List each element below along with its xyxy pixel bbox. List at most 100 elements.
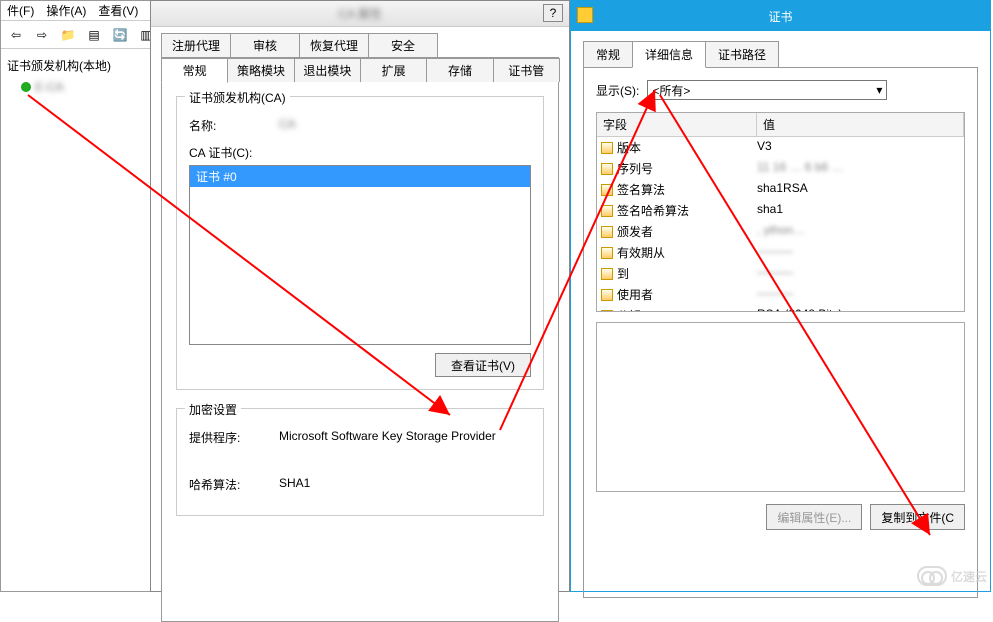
hash-value: SHA1 xyxy=(279,476,310,493)
tab-security[interactable]: 安全 xyxy=(368,33,438,57)
tab-cert-mgr[interactable]: 证书管 xyxy=(493,58,560,82)
tab-cert-general[interactable]: 常规 xyxy=(583,41,633,67)
field-name: 序列号 xyxy=(617,160,653,177)
certificate-icon xyxy=(577,7,593,23)
edit-properties-button: 编辑属性(E)... xyxy=(766,504,862,530)
field-value: sha1 xyxy=(757,202,964,219)
field-name: 到 xyxy=(617,265,629,282)
tab-policy-module[interactable]: 策略模块 xyxy=(227,58,294,82)
watermark: 亿速云 xyxy=(917,566,987,586)
field-value: ——— xyxy=(757,265,964,282)
tab-general[interactable]: 常规 xyxy=(161,58,228,83)
mmc-tree: 证书颁发机构(本地) E-CA xyxy=(1,49,151,569)
chevron-down-icon: ▾ xyxy=(876,83,882,97)
field-icon xyxy=(601,184,613,196)
show-select-value: <所有> xyxy=(652,82,690,99)
forward-icon[interactable]: ⇨ xyxy=(31,24,53,46)
tree-root[interactable]: 证书颁发机构(本地) xyxy=(5,53,146,78)
field-value: sha1RSA xyxy=(757,181,964,198)
tab-extensions[interactable]: 扩展 xyxy=(360,58,427,82)
cert-title-bar: 证书 xyxy=(571,1,990,31)
field-row[interactable]: 版本 V3 xyxy=(597,137,964,158)
properties-icon[interactable]: ▤ xyxy=(83,24,105,46)
field-value: 11 16 … 6 b6 … xyxy=(757,160,964,177)
tab-storage[interactable]: 存储 xyxy=(426,58,493,82)
tab-enroll-agent[interactable]: 注册代理 xyxy=(161,33,231,57)
field-name: 签名哈希算法 xyxy=(617,202,689,219)
field-detail-box xyxy=(596,322,965,492)
col-value-header[interactable]: 值 xyxy=(757,113,964,136)
watermark-text: 亿速云 xyxy=(951,568,987,585)
ca-properties-dialog: CA 属性 ? 注册代理 审核 恢复代理 安全 常规 策略模块 退出模块 扩展 … xyxy=(150,0,570,592)
tab-cert-path[interactable]: 证书路径 xyxy=(705,41,779,67)
show-select[interactable]: <所有> ▾ xyxy=(647,80,887,100)
field-icon xyxy=(601,205,613,217)
help-button[interactable]: ? xyxy=(543,4,563,22)
tree-item-ca[interactable]: E-CA xyxy=(5,78,146,96)
menu-action[interactable]: 操作(A) xyxy=(46,2,86,19)
field-value: RSA (2048 Bits) xyxy=(757,307,964,312)
group-ca-title: 证书颁发机构(CA) xyxy=(185,89,290,106)
field-row[interactable]: 使用者 ——— xyxy=(597,284,964,305)
group-encryption: 加密设置 提供程序: Microsoft Software Key Storag… xyxy=(176,408,544,516)
field-value: , ython… xyxy=(757,223,964,240)
col-field-header[interactable]: 字段 xyxy=(597,113,757,136)
field-name: 签名算法 xyxy=(617,181,665,198)
field-icon xyxy=(601,226,613,238)
tab-audit[interactable]: 审核 xyxy=(230,33,300,57)
field-name: 使用者 xyxy=(617,286,653,303)
field-icon xyxy=(601,310,613,313)
show-label: 显示(S): xyxy=(596,82,639,99)
provider-value: Microsoft Software Key Storage Provider xyxy=(279,429,496,446)
field-icon xyxy=(601,289,613,301)
field-value: ——— xyxy=(757,244,964,261)
group-enc-title: 加密设置 xyxy=(185,401,241,418)
copy-to-file-button[interactable]: 复制到文件(C xyxy=(870,504,965,530)
menu-view[interactable]: 查看(V) xyxy=(98,2,138,19)
field-name: 公钥 xyxy=(617,307,641,312)
dialog-title: CA 属性 xyxy=(338,5,381,22)
refresh-icon[interactable]: 🔄 xyxy=(109,24,131,46)
field-icon xyxy=(601,268,613,280)
tabs-row-1: 注册代理 审核 恢复代理 安全 xyxy=(161,33,559,58)
tabs-row-2: 常规 策略模块 退出模块 扩展 存储 证书管 xyxy=(161,58,559,82)
field-name: 有效期从 xyxy=(617,244,665,261)
field-row[interactable]: 颁发者 , ython… xyxy=(597,221,964,242)
field-value: V3 xyxy=(757,139,964,156)
ca-cert-list[interactable]: 证书 #0 xyxy=(189,165,531,345)
watermark-logo-icon xyxy=(917,566,947,586)
tab-cert-details[interactable]: 详细信息 xyxy=(632,41,706,68)
field-name: 版本 xyxy=(617,139,641,156)
folder-icon[interactable]: 📁 xyxy=(57,24,79,46)
certificate-dialog: 证书 常规 详细信息 证书路径 显示(S): <所有> ▾ 字段 值 版本 V3 序… xyxy=(570,0,991,592)
check-icon xyxy=(21,82,31,92)
field-icon xyxy=(601,247,613,259)
dialog-title-bar: CA 属性 ? xyxy=(151,1,569,27)
field-row[interactable]: 有效期从 ——— xyxy=(597,242,964,263)
name-label: 名称: xyxy=(189,117,279,134)
tab-exit-module[interactable]: 退出模块 xyxy=(294,58,361,82)
group-ca: 证书颁发机构(CA) 名称: CA CA 证书(C): 证书 #0 查看证书(V… xyxy=(176,96,544,390)
tree-item-label: E-CA xyxy=(35,80,64,94)
field-row[interactable]: 签名哈希算法 sha1 xyxy=(597,200,964,221)
field-row[interactable]: 到 ——— xyxy=(597,263,964,284)
hash-label: 哈希算法: xyxy=(189,476,279,493)
field-name: 颁发者 xyxy=(617,223,653,240)
name-value: CA xyxy=(279,117,296,134)
field-row[interactable]: 序列号 11 16 … 6 b6 … xyxy=(597,158,964,179)
ca-cert-label: CA 证书(C): xyxy=(189,144,531,161)
ca-cert-item-0[interactable]: 证书 #0 xyxy=(190,166,530,187)
field-row[interactable]: 公钥 RSA (2048 Bits) xyxy=(597,305,964,312)
back-icon[interactable]: ⇦ xyxy=(5,24,27,46)
field-icon xyxy=(601,163,613,175)
field-value: ——— xyxy=(757,286,964,303)
cert-title: 证书 xyxy=(768,8,792,25)
provider-label: 提供程序: xyxy=(189,429,279,446)
tab-recovery-agent[interactable]: 恢复代理 xyxy=(299,33,369,57)
field-icon xyxy=(601,142,613,154)
field-row[interactable]: 签名算法 sha1RSA xyxy=(597,179,964,200)
fields-listview[interactable]: 字段 值 版本 V3 序列号 11 16 … 6 b6 … 签名算法 sha1RSA 签名哈… xyxy=(596,112,965,312)
menu-file[interactable]: 件(F) xyxy=(7,2,34,19)
cert-tabs: 常规 详细信息 证书路径 xyxy=(583,41,978,68)
view-cert-button[interactable]: 查看证书(V) xyxy=(435,353,531,377)
